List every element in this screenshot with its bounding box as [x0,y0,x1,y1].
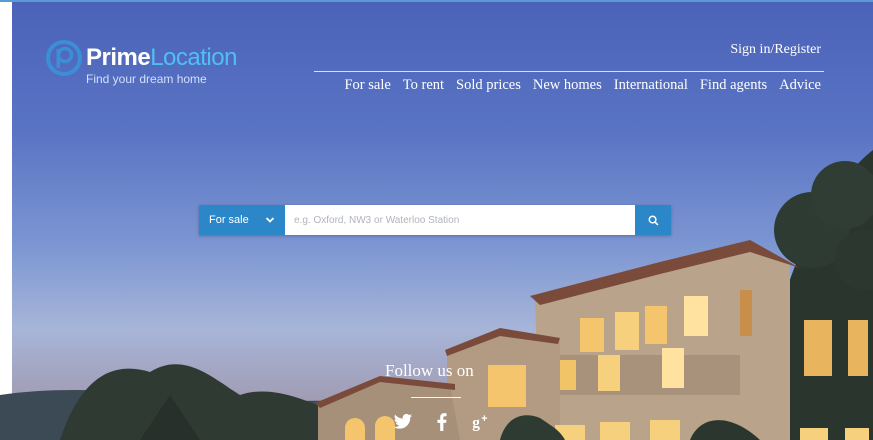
search-type-dropdown[interactable]: For sale [199,205,285,235]
follow-us-label: Follow us on [385,361,474,380]
svg-text:g: g [472,414,480,431]
follow-divider [411,397,461,398]
chevron-down-icon [265,217,275,223]
search-button[interactable] [635,205,671,235]
google-plus-icon[interactable]: g + [472,413,494,431]
search-icon [648,215,658,225]
hero-section: PrimeLocation Find your dream home Sign … [0,0,873,440]
twitter-icon[interactable] [393,413,413,431]
search-type-label: For sale [209,214,249,226]
search-input[interactable] [285,205,635,235]
svg-text:+: + [481,413,487,425]
facebook-icon[interactable] [437,413,447,431]
search-bar: For sale [199,205,671,235]
